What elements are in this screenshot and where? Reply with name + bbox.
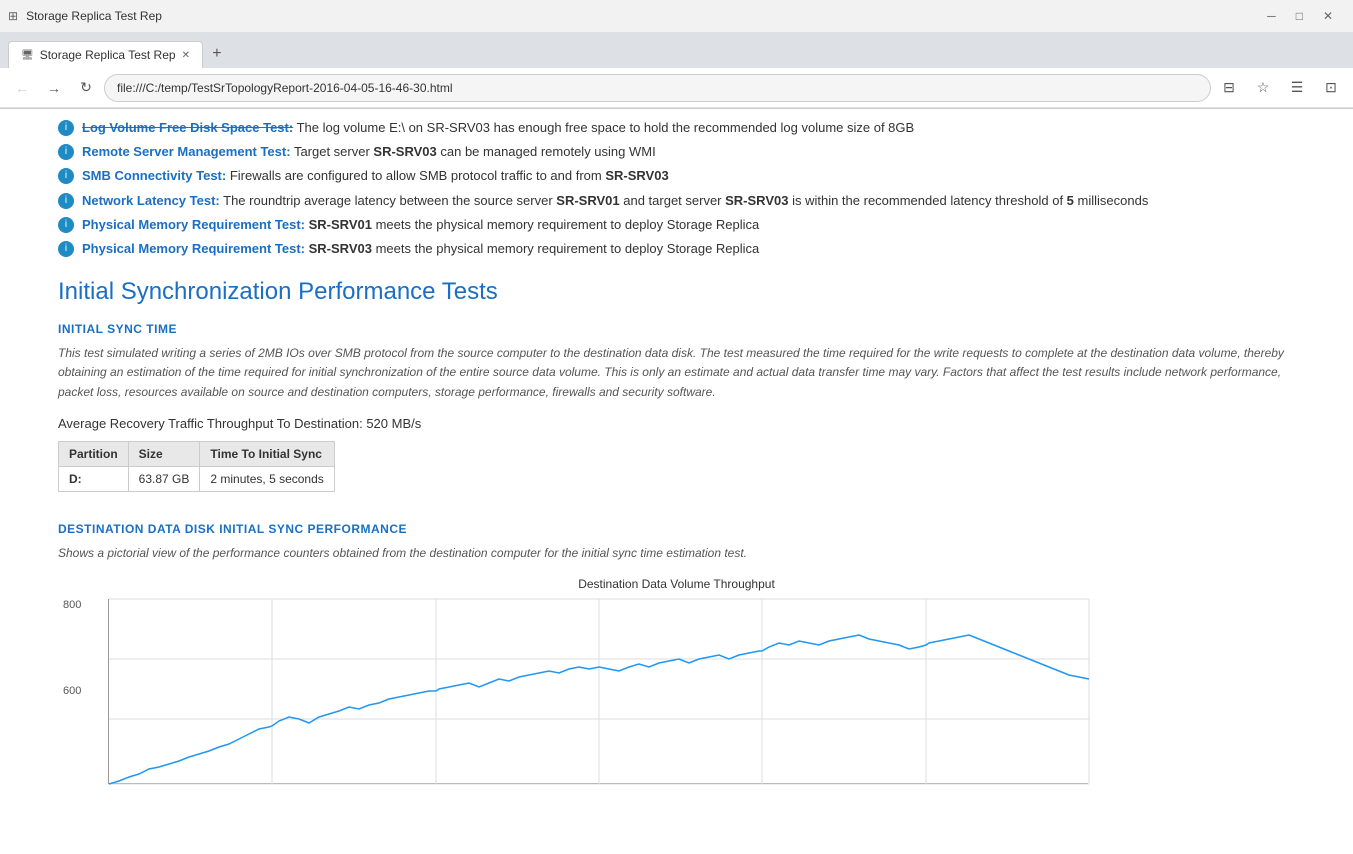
chart-svg — [108, 599, 1088, 784]
y-axis: 800 600 0 — [63, 599, 81, 784]
notifications-section: i Log Volume Free Disk Space Test: The l… — [58, 109, 1295, 258]
notification-remote-server: i Remote Server Management Test: Target … — [58, 143, 1295, 161]
minimize-btn[interactable]: ─ — [1267, 9, 1276, 23]
table-row: D: 63.87 GB 2 minutes, 5 seconds — [59, 466, 335, 491]
title-bar: ⊞ Storage Replica Test Rep ─ □ ✕ — [0, 0, 1353, 32]
notif-text-1: Remote Server Management Test: Target se… — [82, 143, 656, 161]
page-content: i Log Volume Free Disk Space Test: The l… — [0, 109, 1353, 854]
menu-icon[interactable]: ☰ — [1283, 74, 1311, 102]
section-heading: Initial Synchronization Performance Test… — [58, 278, 1295, 306]
subsection-initial-sync: INITIAL SYNC TIME — [58, 322, 1295, 336]
tab-bar: 🖥 Storage Replica Test Rep ✕ + — [0, 32, 1353, 68]
dest-description: Shows a pictorial view of the performanc… — [58, 544, 1295, 563]
window-title: Storage Replica Test Rep — [26, 9, 1267, 23]
tab-favicon: 🖥 — [21, 50, 34, 61]
browser-chrome: ⊞ Storage Replica Test Rep ─ □ ✕ 🖥 Stora… — [0, 0, 1353, 109]
nav-bar: ← → ↻ file:///C:/temp/TestSrTopologyRepo… — [0, 68, 1353, 108]
info-icon-4: i — [58, 217, 74, 233]
notif-label-5: Physical Memory Requirement Test: — [82, 241, 305, 256]
address-text: file:///C:/temp/TestSrTopologyReport-201… — [117, 81, 453, 95]
toolbar-icons: ⊟ ☆ ☰ ⊡ — [1215, 74, 1345, 102]
chart-title: Destination Data Volume Throughput — [58, 577, 1295, 591]
window-icon: ⊞ — [8, 9, 18, 23]
sync-description: This test simulated writing a series of … — [58, 344, 1295, 402]
cell-time: 2 minutes, 5 seconds — [200, 466, 334, 491]
info-icon-2: i — [58, 168, 74, 184]
col-size: Size — [128, 441, 200, 466]
col-time: Time To Initial Sync — [200, 441, 334, 466]
new-tab-button[interactable]: + — [203, 40, 231, 68]
chart-wrapper: 800 600 0 — [108, 599, 1295, 787]
subsection-dest: DESTINATION DATA DISK INITIAL SYNC PERFO… — [58, 522, 1295, 536]
y-label-600: 600 — [63, 685, 81, 697]
y-label-800: 800 — [63, 599, 81, 611]
throughput-label: Average Recovery Traffic Throughput To D… — [58, 416, 1295, 431]
tab-close-icon[interactable]: ✕ — [182, 50, 190, 61]
address-bar[interactable]: file:///C:/temp/TestSrTopologyReport-201… — [104, 74, 1211, 102]
notification-log-volume: i Log Volume Free Disk Space Test: The l… — [58, 119, 1295, 137]
notif-text-2: SMB Connectivity Test: Firewalls are con… — [82, 167, 669, 185]
forward-button[interactable]: → — [40, 74, 68, 102]
notif-label-4: Physical Memory Requirement Test: — [82, 217, 305, 232]
table-header-row: Partition Size Time To Initial Sync — [59, 441, 335, 466]
info-icon-3: i — [58, 193, 74, 209]
notification-memory-2: i Physical Memory Requirement Test: SR-S… — [58, 240, 1295, 258]
notif-label-0: Log Volume Free Disk Space Test: — [82, 120, 293, 135]
col-partition: Partition — [59, 441, 129, 466]
notif-label-2: SMB Connectivity Test: — [82, 168, 226, 183]
notif-text-0: Log Volume Free Disk Space Test: The log… — [82, 119, 914, 137]
cell-partition: D: — [59, 466, 129, 491]
maximize-btn[interactable]: □ — [1296, 9, 1303, 23]
notif-text-4: Physical Memory Requirement Test: SR-SRV… — [82, 216, 759, 234]
info-icon-0: i — [58, 120, 74, 136]
refresh-button[interactable]: ↻ — [72, 74, 100, 102]
notification-memory-1: i Physical Memory Requirement Test: SR-S… — [58, 216, 1295, 234]
info-icon-5: i — [58, 241, 74, 257]
cell-size: 63.87 GB — [128, 466, 200, 491]
info-icon-1: i — [58, 144, 74, 160]
notif-text-3: Network Latency Test: The roundtrip aver… — [82, 192, 1148, 210]
active-tab[interactable]: 🖥 Storage Replica Test Rep ✕ — [8, 41, 203, 68]
close-btn[interactable]: ✕ — [1323, 9, 1333, 23]
notif-text-5: Physical Memory Requirement Test: SR-SRV… — [82, 240, 759, 258]
notif-label-3: Network Latency Test: — [82, 193, 220, 208]
chart-container: Destination Data Volume Throughput 800 6… — [58, 577, 1295, 787]
notif-label-1: Remote Server Management Test: — [82, 144, 291, 159]
tab-title: Storage Replica Test Rep — [40, 48, 176, 62]
extensions-icon[interactable]: ⊡ — [1317, 74, 1345, 102]
bookmark-icon[interactable]: ☆ — [1249, 74, 1277, 102]
back-button[interactable]: ← — [8, 74, 36, 102]
reader-view-icon[interactable]: ⊟ — [1215, 74, 1243, 102]
notification-smb: i SMB Connectivity Test: Firewalls are c… — [58, 167, 1295, 185]
sync-table: Partition Size Time To Initial Sync D: 6… — [58, 441, 335, 492]
notification-latency: i Network Latency Test: The roundtrip av… — [58, 192, 1295, 210]
